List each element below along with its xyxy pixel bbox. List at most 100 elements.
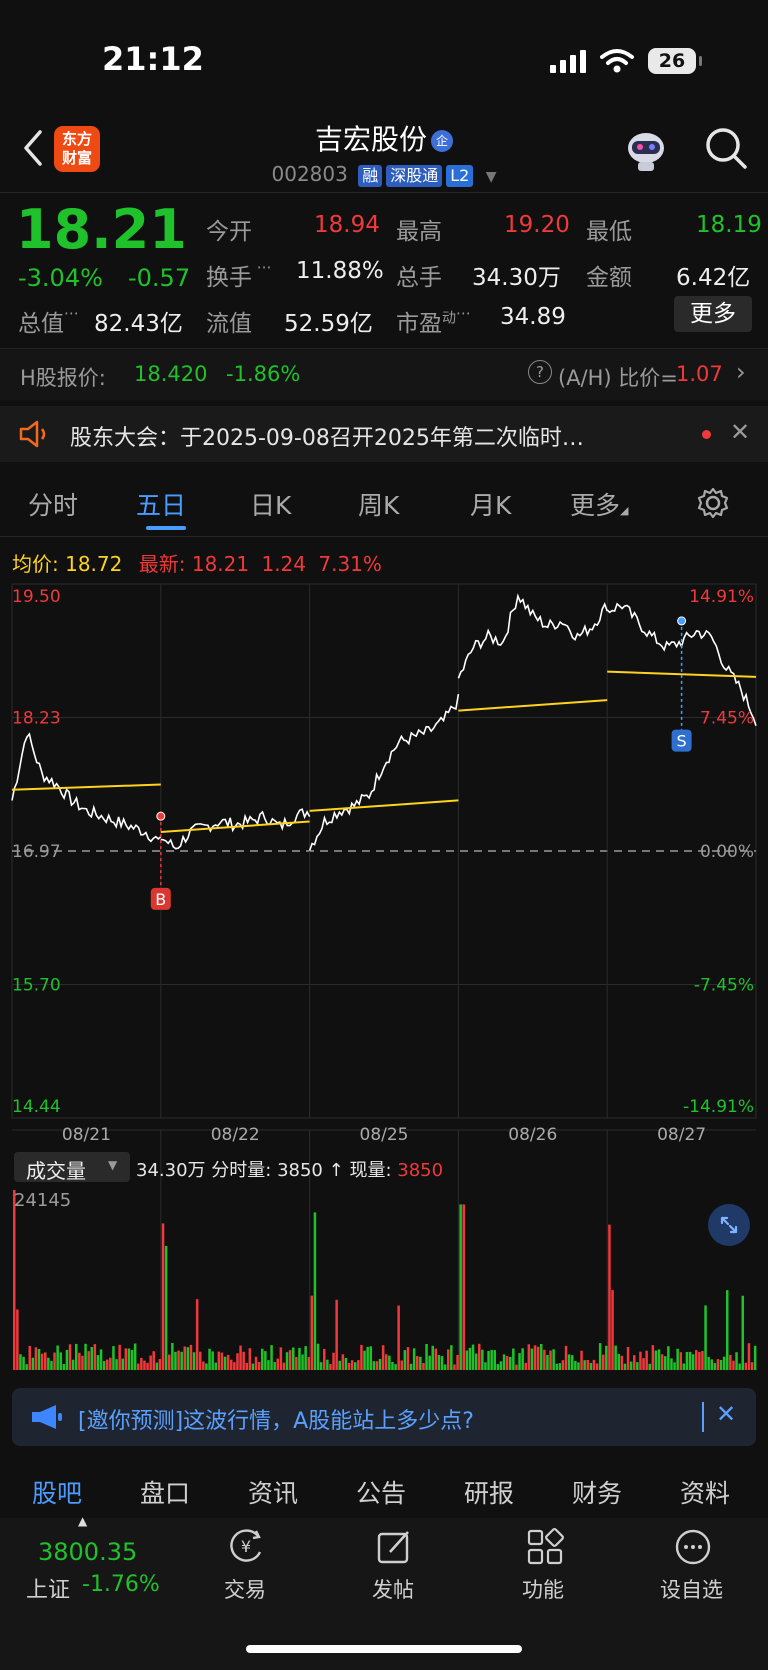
volume-bar (639, 1351, 642, 1370)
info-icon: ⋯ (64, 304, 79, 322)
price-line-segment (160, 808, 311, 850)
volume-bar (366, 1346, 369, 1370)
h-share-row[interactable]: H股报价: 18.420 -1.86% ? (A/H) 比价= 1.07 › (0, 350, 768, 400)
volume-bar (633, 1355, 636, 1370)
volume-bar (298, 1347, 301, 1370)
amount-label: 金额 (586, 265, 632, 291)
volume-bar (428, 1355, 431, 1370)
search-icon[interactable] (704, 126, 748, 170)
ah-ratio-label: (A/H) 比价= (558, 366, 678, 390)
y-axis-label-right: 0.00% (700, 842, 754, 862)
volume-bar (319, 1362, 323, 1370)
tab-monthly-k[interactable]: 月K (470, 486, 511, 522)
volume-bar (338, 1360, 341, 1370)
volume-bar (667, 1346, 670, 1370)
volume-bar (360, 1344, 363, 1370)
volume-bar (698, 1352, 701, 1370)
float-mv-value: 52.59亿 (284, 311, 373, 337)
volume-bar (137, 1363, 140, 1370)
trade-label[interactable]: 交易 (224, 1574, 266, 1604)
volume-bar (502, 1354, 506, 1370)
tab-five-day[interactable]: 五日 (136, 486, 186, 522)
bottom-tab-notices[interactable]: 公告 (356, 1474, 406, 1510)
last-price: 18.21 (16, 198, 187, 261)
volume-bar (605, 1345, 608, 1370)
tab-intraday[interactable]: 分时 (28, 486, 78, 522)
fullscreen-button[interactable] (708, 1204, 750, 1246)
low-value: 18.19 (696, 212, 762, 238)
tag-connect: 深股通 (386, 165, 443, 187)
index-name[interactable]: 上证 (26, 1572, 70, 1604)
robot-assistant-icon[interactable] (622, 126, 670, 174)
close-icon[interactable]: ✕ (730, 418, 750, 446)
bottom-tab-orderbook[interactable]: 盘口 (140, 1474, 190, 1510)
volume-label: 总手 (396, 265, 442, 291)
post-label[interactable]: 发帖 (372, 1574, 414, 1604)
bottom-tab-finance[interactable]: 财务 (572, 1474, 622, 1510)
turnover-label[interactable]: 换手 ⋯ (206, 258, 272, 292)
announcement-banner[interactable]: 股东大会：于2025-09-08召开2025年第二次临时… ✕ (0, 406, 768, 462)
volume-total: 34.30万 (136, 1160, 206, 1181)
tab-weekly-k[interactable]: 周K (358, 486, 399, 522)
index-value[interactable]: 3800.35 (38, 1538, 137, 1566)
index-change[interactable]: -1.76% (82, 1572, 160, 1597)
volume-bar (722, 1356, 726, 1370)
volume-bar (230, 1359, 233, 1370)
functions-icon[interactable] (526, 1528, 564, 1566)
volume-bar (620, 1355, 624, 1370)
volume-bar (220, 1352, 224, 1370)
volume-bar (304, 1346, 307, 1370)
volume-bar (450, 1345, 453, 1370)
volume-indicator-select[interactable]: 成交量 ▼ (14, 1152, 130, 1183)
volume-bar (65, 1349, 69, 1370)
bottom-tab-profile[interactable]: 资料 (680, 1474, 730, 1510)
tab-daily-k[interactable]: 日K (250, 486, 291, 522)
bottom-tab-news[interactable]: 资讯 (248, 1474, 298, 1510)
total-mv-label[interactable]: 总值⋯ (18, 304, 79, 338)
expand-up-icon[interactable]: ▲ (78, 1514, 87, 1528)
x-axis-label: 08/21 (62, 1125, 111, 1145)
volume-bar (509, 1357, 512, 1370)
volume-bar (744, 1362, 748, 1370)
volume-bar (567, 1354, 571, 1370)
pe-label[interactable]: 市盈动⋯ (396, 304, 471, 338)
float-mv-label: 流值 (206, 311, 252, 337)
volume-bar (385, 1354, 388, 1370)
five-day-price-chart[interactable]: 19.50 18.23 16.97 15.70 14.44 14.91% 7.45% 0.00… (0, 540, 768, 1370)
add-watchlist-icon[interactable] (674, 1528, 712, 1566)
volume-bar (28, 1345, 31, 1370)
volume-bar (242, 1351, 245, 1370)
unread-dot (702, 430, 711, 439)
settings-gear-icon[interactable] (696, 486, 730, 520)
home-indicator (246, 1645, 522, 1653)
trade-icon[interactable]: ¥ (226, 1528, 266, 1566)
more-button[interactable]: 更多 (674, 296, 752, 332)
volume-bar (335, 1299, 338, 1370)
active-tab-indicator (146, 526, 186, 530)
volume-bar (192, 1352, 196, 1370)
tab-more[interactable]: 更多◢ (570, 486, 628, 522)
prediction-banner[interactable]: [邀你预测]这波行情，A股能站上多少点? ✕ (12, 1388, 756, 1446)
y-axis-label-left: 14.44 (12, 1097, 61, 1117)
avg-price-line-segment (11, 783, 161, 791)
volume-bar (729, 1354, 732, 1370)
current-volume-value: 3850 (397, 1160, 444, 1181)
volume-bar (654, 1350, 658, 1370)
volume-bar (251, 1363, 255, 1370)
volume-bar (403, 1350, 407, 1370)
bottom-tab-research[interactable]: 研报 (464, 1474, 514, 1510)
volume-bar (177, 1350, 180, 1370)
volume-bar (375, 1361, 379, 1370)
close-icon[interactable]: ✕ (716, 1400, 736, 1428)
add-watchlist-label[interactable]: 设自选 (660, 1574, 723, 1604)
bottom-tab-forum[interactable]: 股吧 (32, 1474, 82, 1510)
functions-label[interactable]: 功能 (522, 1574, 564, 1604)
axis-labels: 19.50 18.23 16.97 15.70 14.44 14.91% 7.45% 0.00… (12, 587, 754, 1145)
tag-margin: 融 (358, 165, 383, 187)
volume-bar (589, 1362, 593, 1370)
volume-bar (301, 1354, 304, 1370)
volume-bar (332, 1352, 335, 1370)
volume-bar (595, 1363, 599, 1370)
post-icon[interactable] (376, 1528, 414, 1566)
volume-bar (527, 1344, 531, 1370)
